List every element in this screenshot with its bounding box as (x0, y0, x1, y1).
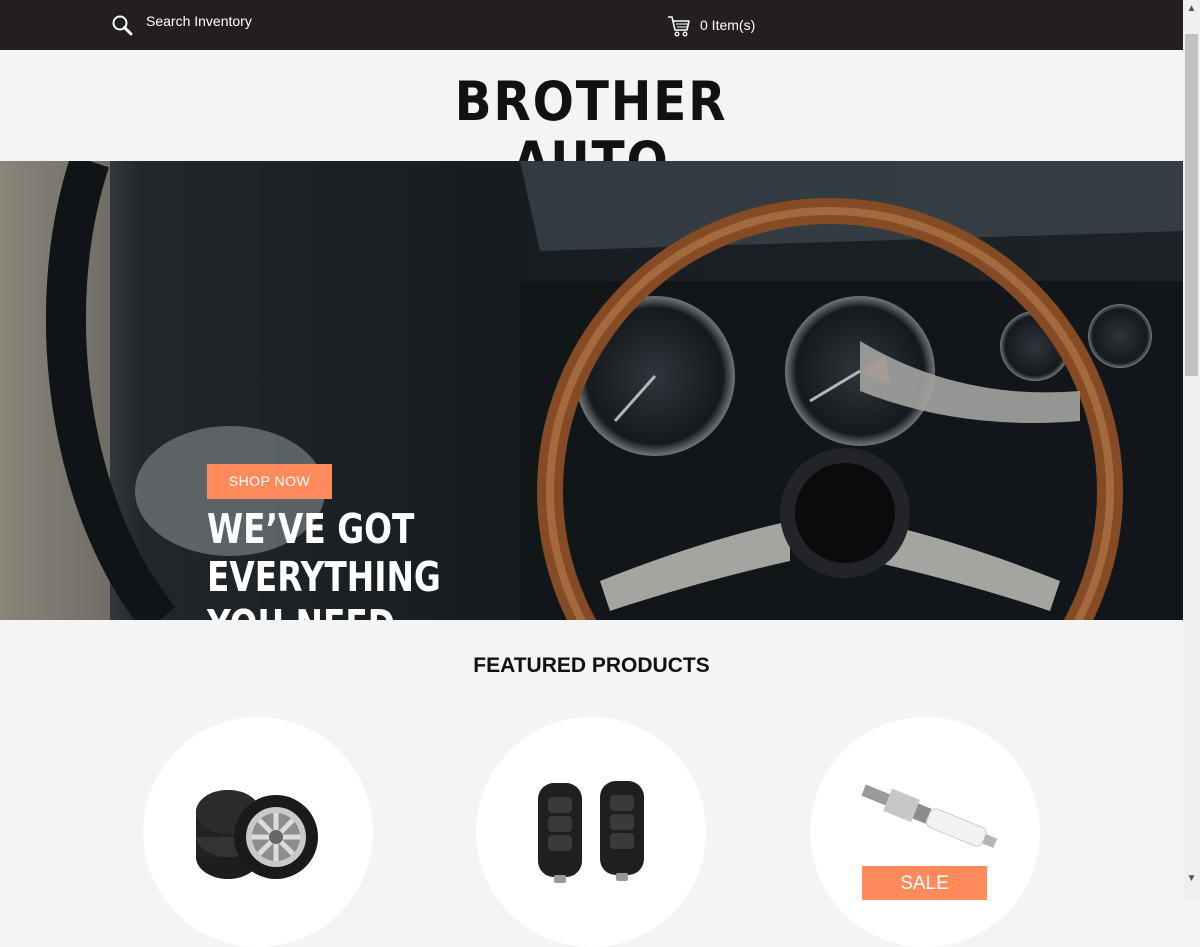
page-scrollbar[interactable]: ▲ ▼ (1183, 0, 1200, 900)
product-card-spark-plug[interactable] (810, 717, 1040, 947)
hero-banner: WE’VE GOT EVERYTHING YOU NEED (0, 161, 1183, 620)
hero-headline-line2: YOU NEED (207, 601, 543, 620)
scroll-up-arrow-icon[interactable]: ▲ (1183, 0, 1200, 17)
car-key-fob-icon (538, 781, 644, 883)
search-inventory-link[interactable]: Search Inventory (146, 13, 252, 29)
product-card-key-fobs[interactable] (476, 717, 706, 947)
shop-now-button[interactable]: SHOP NOW (207, 464, 332, 499)
hero-headline: WE’VE GOT EVERYTHING YOU NEED (207, 505, 543, 620)
product-card-tires[interactable] (143, 717, 373, 947)
scroll-thumb[interactable] (1185, 34, 1198, 376)
hero-headline-line1: WE’VE GOT EVERYTHING (207, 505, 441, 601)
hero-dashboard-image (0, 161, 1183, 620)
search-icon[interactable] (111, 14, 133, 36)
spark-plug-icon (861, 784, 998, 848)
sale-badge: SALE (862, 866, 987, 900)
tires-icon (196, 790, 318, 879)
scroll-down-arrow-icon[interactable]: ▼ (1183, 870, 1200, 887)
cart-icon[interactable] (667, 15, 691, 37)
brand-logo[interactable]: BROTHER AUTO (392, 72, 790, 192)
site-header: BROTHER AUTO (0, 50, 1183, 192)
featured-products-heading: FEATURED PRODUCTS (473, 654, 710, 677)
top-bar: Search Inventory 0 Item(s) (0, 0, 1183, 50)
cart-count-link[interactable]: 0 Item(s) (700, 17, 755, 33)
